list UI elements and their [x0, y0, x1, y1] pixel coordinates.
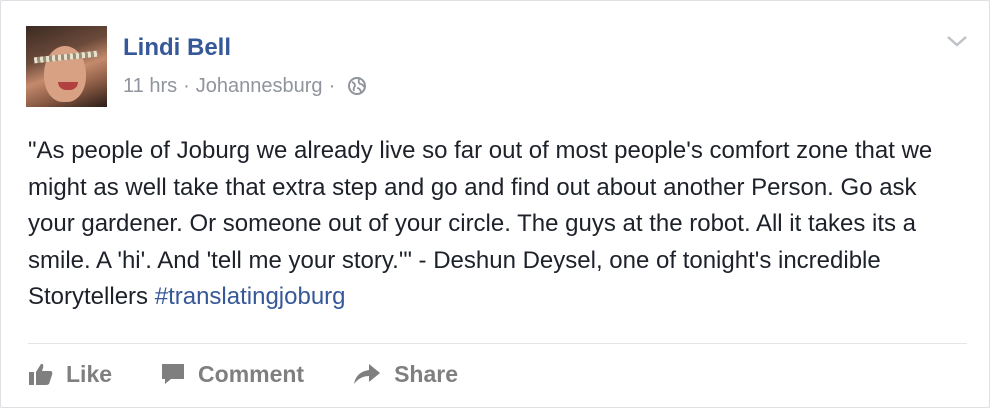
post-meta: 11 hrs · Johannesburg · — [123, 73, 367, 99]
post-timestamp[interactable]: 11 hrs — [123, 73, 177, 99]
comment-icon — [162, 364, 185, 384]
post-card: Lindi Bell 11 hrs · Johannesburg · "As p… — [0, 0, 990, 408]
share-label: Share — [394, 360, 459, 387]
comment-button[interactable]: Comment — [160, 361, 304, 388]
author-name[interactable]: Lindi Bell — [123, 33, 231, 63]
globe-icon[interactable] — [347, 76, 367, 96]
thumbs-up-icon — [29, 363, 53, 385]
post-location[interactable]: Johannesburg — [196, 73, 323, 99]
share-button[interactable]: Share — [352, 361, 458, 388]
avatar[interactable] — [26, 26, 107, 107]
meta-separator: · — [328, 75, 336, 97]
divider — [28, 343, 967, 344]
post-text: "As people of Joburg we already live so … — [28, 133, 968, 316]
like-label: Like — [66, 360, 113, 387]
share-icon — [354, 364, 381, 384]
hashtag-link[interactable]: #translatingjoburg — [155, 283, 346, 310]
like-button[interactable]: Like — [28, 361, 112, 388]
comment-label: Comment — [198, 360, 305, 387]
post-actions: Like Comment Share — [28, 354, 506, 394]
meta-separator: · — [183, 75, 190, 97]
chevron-down-icon[interactable] — [944, 31, 970, 51]
